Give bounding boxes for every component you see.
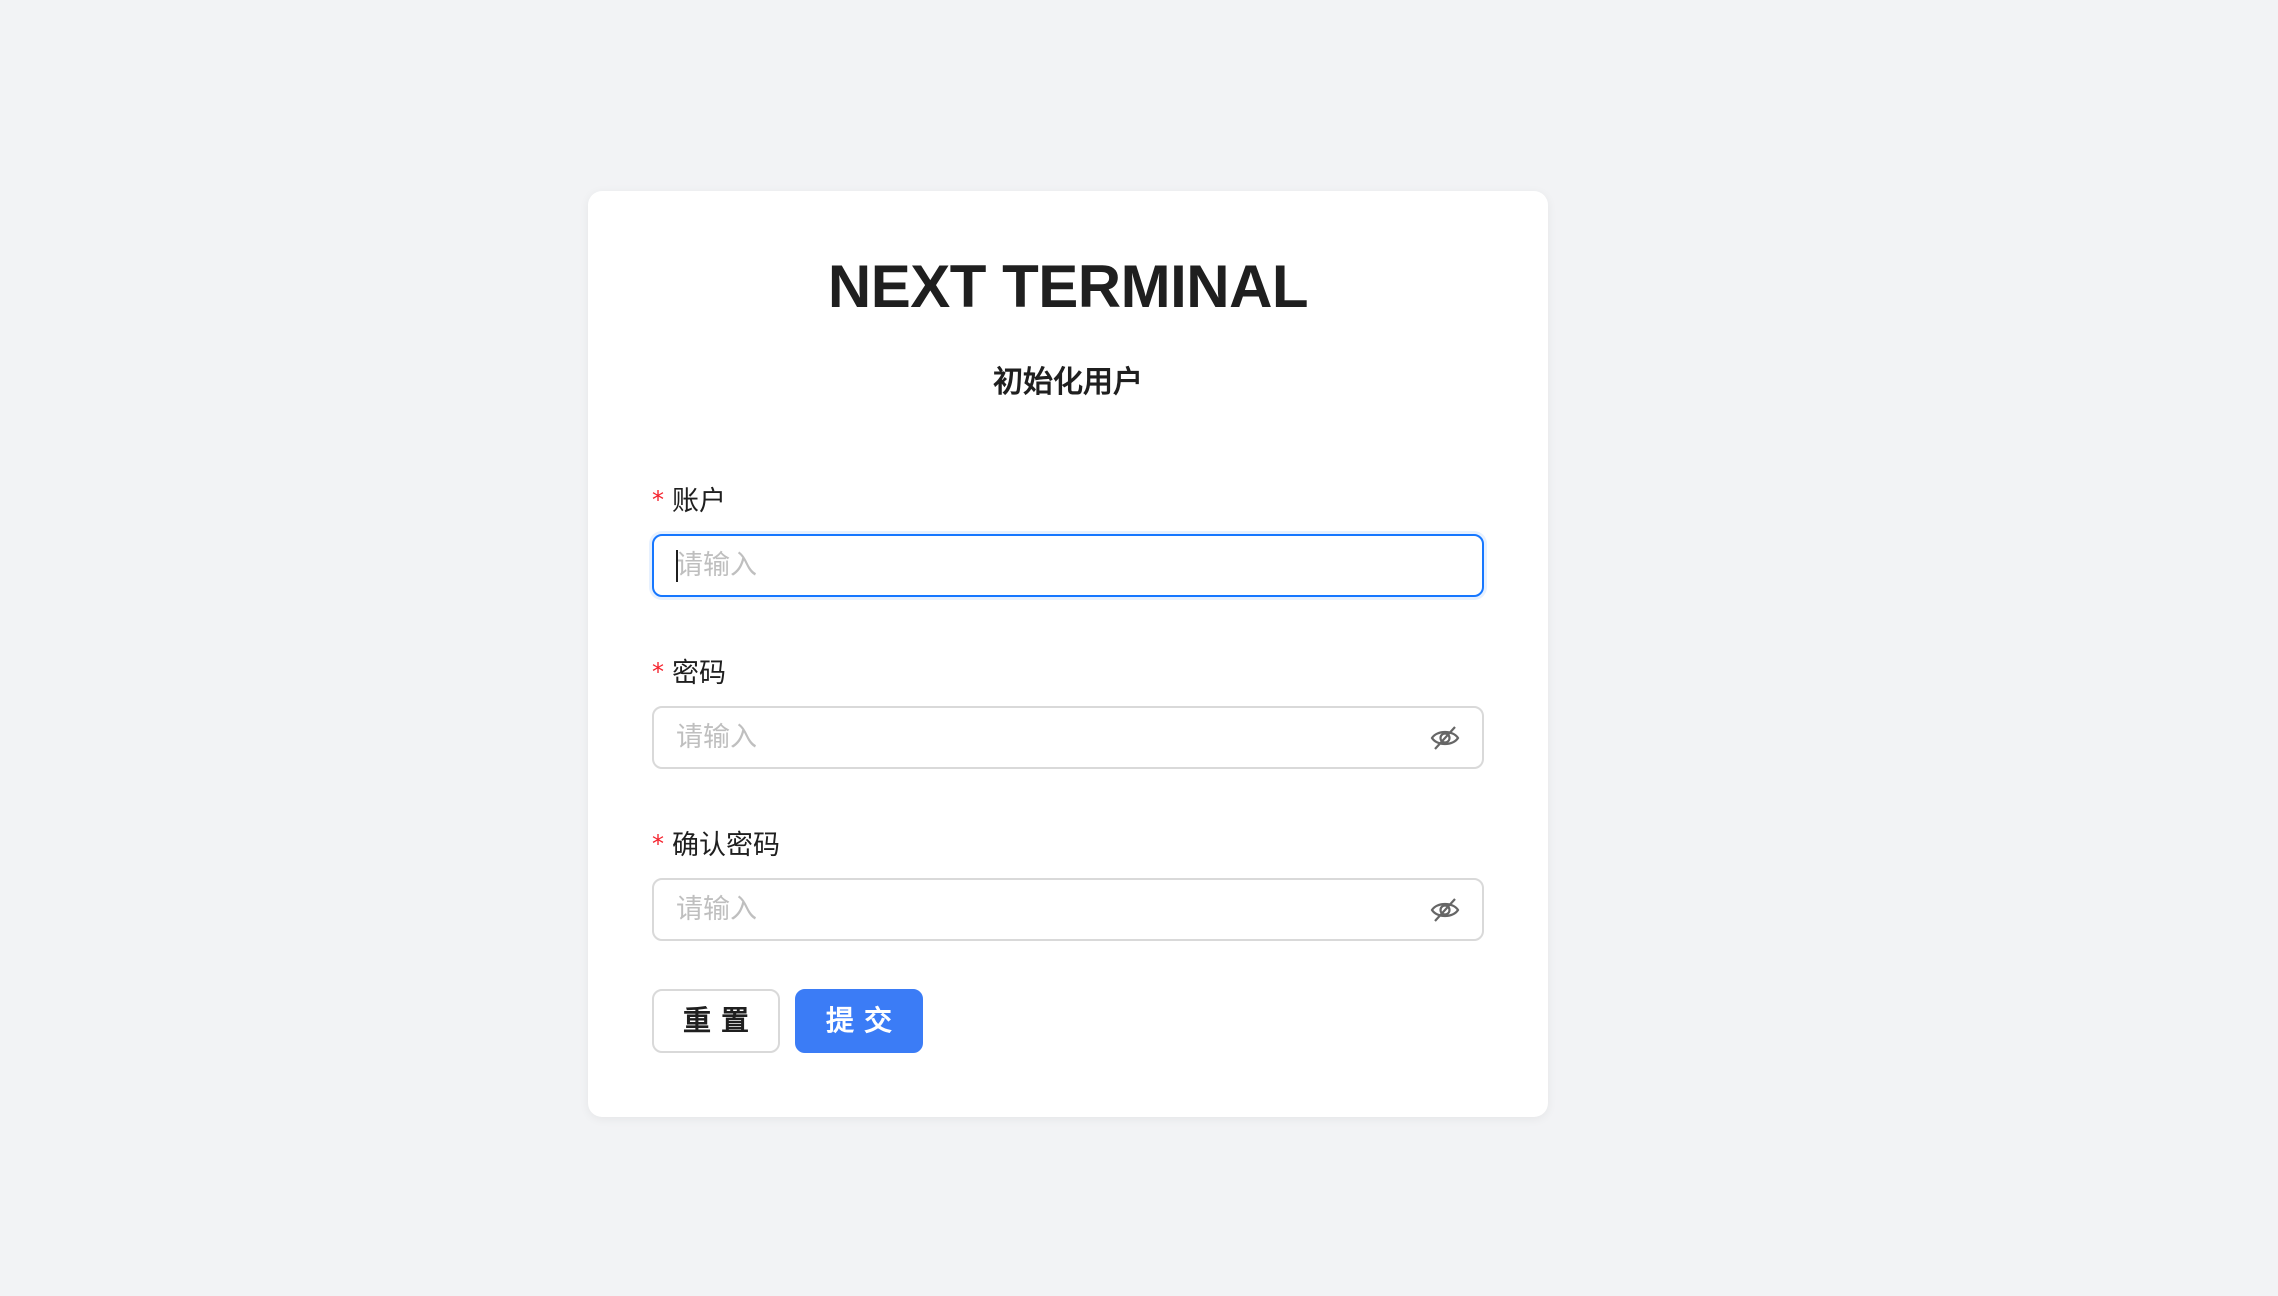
required-mark: * [652, 486, 664, 514]
required-mark: * [652, 658, 664, 686]
confirm-password-label-text: 确认密码 [672, 830, 780, 861]
password-label-text: 密码 [672, 658, 726, 689]
reset-button[interactable]: 重置 [652, 989, 780, 1053]
password-input[interactable] [676, 708, 1436, 767]
account-label-text: 账户 [672, 486, 726, 517]
confirm-password-label: * 确认密码 [652, 826, 780, 864]
account-field[interactable] [652, 534, 1484, 597]
confirm-password-input[interactable] [676, 880, 1436, 939]
password-field[interactable] [652, 706, 1484, 769]
eye-invisible-icon[interactable] [1430, 896, 1460, 924]
password-label: * 密码 [652, 654, 726, 692]
app-title: NEXT TERMINAL [827, 253, 1309, 320]
init-user-card: NEXT TERMINAL 初始化用户 * 账户 * 密码 * 确认密码 [588, 191, 1548, 1117]
confirm-password-field[interactable] [652, 878, 1484, 941]
text-caret [676, 550, 678, 582]
account-label: * 账户 [652, 482, 726, 520]
submit-button[interactable]: 提交 [795, 989, 923, 1053]
required-mark: * [652, 830, 664, 858]
page-subtitle: 初始化用户 [993, 365, 1143, 400]
account-input[interactable] [676, 536, 1436, 595]
eye-invisible-icon[interactable] [1430, 724, 1460, 752]
